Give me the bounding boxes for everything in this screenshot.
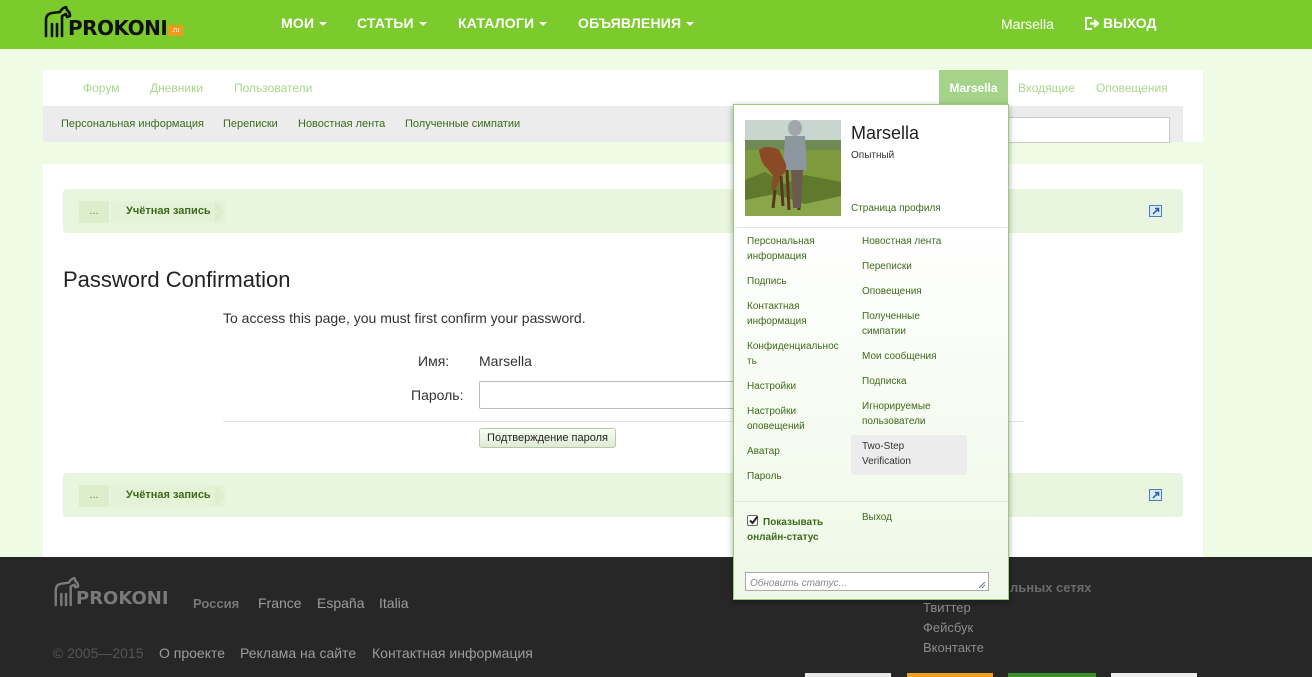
logo-text: PROKONI [68, 16, 168, 40]
footer-contact-link[interactable]: Контактная информация [372, 645, 533, 661]
social-facebook[interactable]: Фейсбук [923, 620, 973, 635]
caret-down-icon [686, 22, 695, 27]
logout-button[interactable]: ВЫХОД [1085, 15, 1156, 31]
avatar-photo [745, 120, 841, 216]
footer-logo-text: PROKONI [76, 588, 169, 609]
menu-two-step-verification[interactable]: Two-Step Verification [862, 439, 942, 469]
popup-divider [734, 501, 1008, 502]
subnav-news-feed[interactable]: Новостная лента [298, 118, 385, 130]
menu-avatar[interactable]: Аватар [747, 444, 847, 459]
resize-grip-icon[interactable] [978, 581, 986, 589]
tab-forum[interactable]: Форум [83, 81, 119, 95]
tab-account-active[interactable]: Marsella [939, 70, 1008, 106]
logo-suffix: .ru [168, 25, 183, 36]
breadcrumb-home[interactable]: ... [79, 201, 109, 223]
name-label: Имя: [418, 353, 450, 369]
caret-down-icon [319, 22, 328, 27]
external-link-icon[interactable] [1149, 489, 1162, 501]
menu-conversations[interactable]: Переписки [862, 259, 972, 274]
breadcrumb-home[interactable]: ... [79, 485, 109, 507]
site-logo[interactable]: PROKONI .ru [42, 4, 183, 40]
external-link-icon[interactable] [1149, 205, 1162, 217]
caret-down-icon [418, 22, 427, 27]
password-input[interactable] [479, 381, 739, 409]
nav-catalogs[interactable]: КАТАЛОГИ [458, 15, 548, 31]
menu-signature[interactable]: Подпись [747, 274, 847, 289]
user-rank: Опытный [851, 150, 895, 161]
footer-logo[interactable]: PROKONI [52, 577, 169, 609]
breadcrumb-arrow [215, 200, 225, 224]
search-input[interactable] [1000, 117, 1170, 143]
menu-news-feed[interactable]: Новостная лента [862, 234, 972, 249]
breadcrumb-account[interactable]: Учётная запись [111, 201, 225, 223]
menu-alerts[interactable]: Оповещения [862, 284, 972, 299]
social-twitter[interactable]: Твиттер [923, 600, 971, 615]
menu-likes-received[interactable]: Полученные симпатии [862, 309, 942, 339]
popup-username[interactable]: Marsella [851, 123, 919, 144]
avatar[interactable] [745, 120, 841, 216]
footer-advertising-link[interactable]: Реклама на сайте [240, 645, 356, 661]
counter-badge[interactable] [805, 673, 891, 677]
top-username-link[interactable]: Marsella [1001, 16, 1054, 32]
footer-about-link[interactable]: О проекте [159, 645, 225, 661]
counter-badge[interactable] [907, 673, 993, 677]
tab-alerts[interactable]: Оповещения [1096, 81, 1168, 95]
menu-my-posts[interactable]: Мои сообщения [862, 349, 972, 364]
social-vkontakte[interactable]: Вконтакте [923, 640, 984, 655]
status-placeholder: Обновить статус... [750, 578, 847, 589]
subnav-likes-received[interactable]: Полученные симпатии [405, 118, 520, 130]
online-status-checkbox[interactable] [747, 515, 759, 526]
popup-divider [734, 227, 1008, 228]
popup-logout-link[interactable]: Выход [862, 510, 892, 525]
tab-diaries[interactable]: Дневники [150, 81, 203, 95]
nav-my[interactable]: МОИ [281, 15, 328, 31]
lang-spain[interactable]: España [317, 595, 364, 611]
menu-personal-info[interactable]: Персональная информация [747, 234, 847, 264]
breadcrumb-arrow [215, 484, 225, 508]
lang-italy[interactable]: Italia [379, 595, 409, 611]
menu-alert-preferences[interactable]: Настройки оповещений [747, 404, 847, 434]
subnav-conversations[interactable]: Переписки [223, 118, 278, 130]
intro-text: To access this page, you must first conf… [223, 310, 586, 326]
password-label: Пароль: [411, 387, 464, 403]
lang-russia[interactable]: Россия [193, 596, 239, 611]
name-value: Marsella [479, 353, 532, 369]
subnav-personal-info[interactable]: Персональная информация [61, 118, 204, 130]
copyright: © 2005—2015 [53, 645, 144, 661]
menu-privacy[interactable]: Конфиденциальность [747, 339, 843, 369]
nav-articles[interactable]: СТАТЬИ [357, 15, 427, 31]
social-heading: льных сетях [1010, 580, 1092, 595]
nav-ads[interactable]: ОБЪЯВЛЕНИЯ [578, 15, 695, 31]
breadcrumb-bottom: ... Учётная запись [63, 473, 1183, 517]
breadcrumb-account[interactable]: Учётная запись [111, 485, 225, 507]
breadcrumb: ... Учётная запись [63, 189, 1183, 233]
online-status-label: Показывать онлайн-статус [747, 517, 824, 543]
page-title: Password Confirmation [63, 267, 291, 292]
account-dropdown: Marsella Опытный Страница профиля Персон… [733, 104, 1009, 600]
status-update-input[interactable]: Обновить статус... [745, 572, 989, 591]
menu-preferences[interactable]: Настройки [747, 379, 847, 394]
confirm-password-button[interactable]: Подтверждение пароля [479, 428, 616, 448]
caret-down-icon [539, 22, 548, 27]
lang-france[interactable]: France [258, 595, 302, 611]
tab-inbox[interactable]: Входящие [1018, 81, 1075, 95]
counter-badge[interactable] [1111, 673, 1197, 677]
logout-icon [1085, 16, 1100, 30]
menu-watched[interactable]: Подписка [862, 374, 972, 389]
tab-users[interactable]: Пользователи [234, 81, 312, 95]
menu-ignored-users[interactable]: Игнорируемые пользователи [862, 399, 952, 429]
menu-contact-info[interactable]: Контактная информация [747, 299, 847, 329]
menu-password[interactable]: Пароль [747, 469, 847, 484]
profile-page-link[interactable]: Страница профиля [851, 203, 941, 214]
counter-badge[interactable] [1008, 673, 1096, 677]
checkmark-icon [749, 515, 759, 525]
